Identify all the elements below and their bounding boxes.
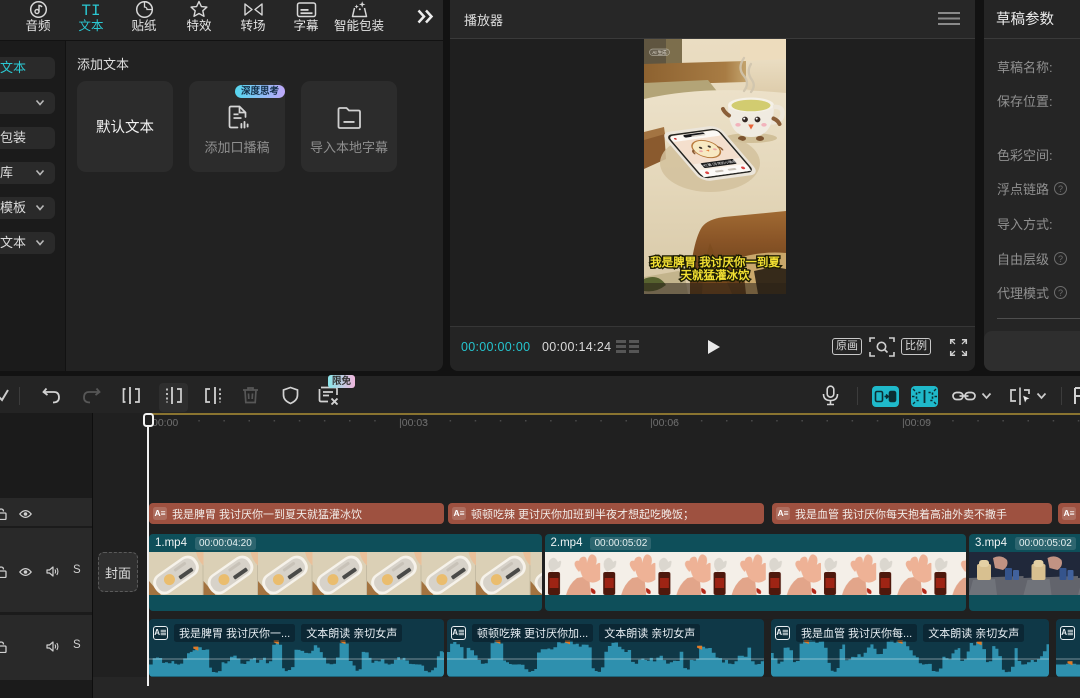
- svg-text:我是脾胃 我讨厌你一到夏: 我是脾胃 我讨厌你一到夏: [650, 255, 780, 269]
- svg-text:天就猛灌冰饮: 天就猛灌冰饮: [681, 268, 750, 282]
- svg-text:TI: TI: [81, 2, 100, 19]
- svg-text:AI 生成: AI 生成: [652, 49, 667, 56]
